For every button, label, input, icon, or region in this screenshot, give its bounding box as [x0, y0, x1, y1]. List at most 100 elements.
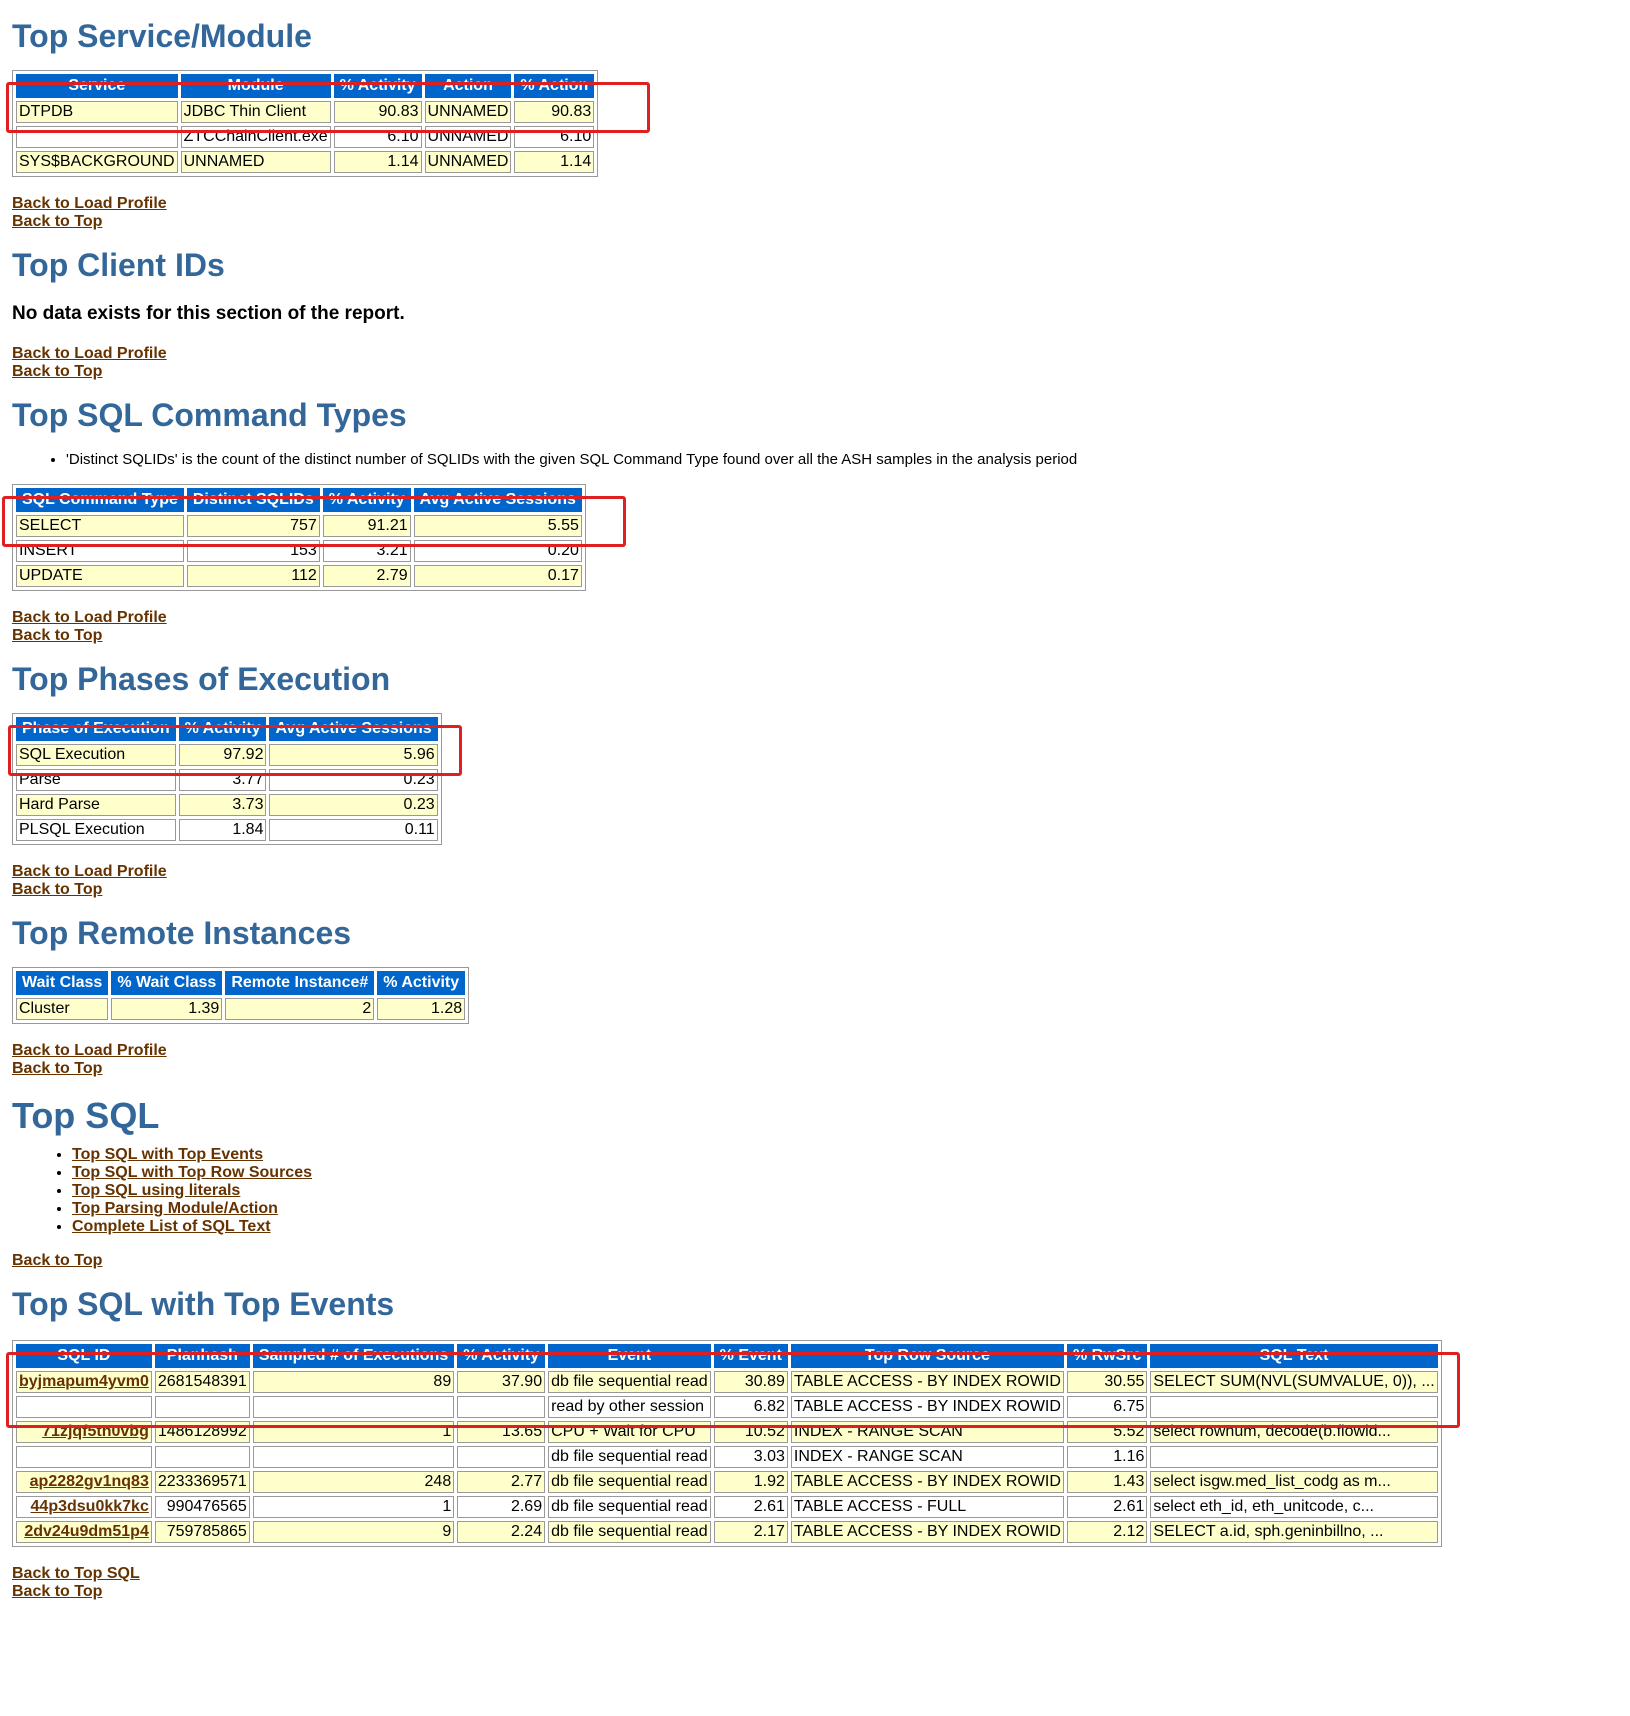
back-to-load-profile-link[interactable]: Back to Load Profile: [12, 195, 1630, 213]
back-to-top-link[interactable]: Back to Top: [12, 1252, 1630, 1270]
back-to-load-profile-link[interactable]: Back to Load Profile: [12, 1042, 1630, 1060]
cell: 1.28: [377, 998, 466, 1020]
cell: 91.21: [322, 515, 411, 537]
cell: 2.61: [1066, 1496, 1148, 1518]
cell: 9: [252, 1521, 455, 1543]
back-to-load-profile-link[interactable]: Back to Load Profile: [12, 345, 1630, 363]
sql-id-link[interactable]: 71zjqf5tn0vbg: [42, 1423, 149, 1440]
cell: UPDATE: [16, 565, 184, 587]
cell: 5.96: [269, 744, 438, 766]
back-to-top-link[interactable]: Back to Top: [12, 213, 1630, 231]
col-header: Avg Active Sessions: [413, 488, 582, 512]
cell: select isgw.med_list_codg as m...: [1150, 1471, 1438, 1493]
cell: 112: [186, 565, 320, 587]
cell: INSERT: [16, 540, 184, 562]
cell: UNNAMED: [424, 101, 512, 123]
table-row: ZTCChainClient.exe 6.10 UNNAMED 6.10: [16, 126, 595, 148]
cell: SELECT a.id, sph.geninbillno, ...: [1150, 1521, 1438, 1543]
col-header: Sampled # of Executions: [252, 1344, 455, 1368]
cell: 6.82: [713, 1396, 788, 1418]
cell: 90.83: [514, 101, 595, 123]
table-row: SELECT 757 91.21 5.55: [16, 515, 582, 537]
cell: 2.12: [1066, 1521, 1148, 1543]
note-item: 'Distinct SQLIDs' is the count of the di…: [66, 451, 1630, 468]
sql-id-link[interactable]: ap2282gv1nq83: [30, 1473, 149, 1490]
section-title-client-ids: Top Client IDs: [12, 247, 225, 283]
cell: 2.77: [457, 1471, 546, 1493]
cell: [16, 1446, 152, 1468]
cell: TABLE ACCESS - BY INDEX ROWID: [790, 1471, 1064, 1493]
sql-id-link[interactable]: 2dv24u9dm51p4: [24, 1523, 149, 1540]
toc-item: Top Parsing Module/Action: [72, 1200, 1630, 1218]
section-title-service-module: Top Service/Module: [12, 18, 312, 54]
col-header: % Activity: [322, 488, 411, 512]
toc-item: Complete List of SQL Text: [72, 1218, 1630, 1236]
col-header: SQL Command Type: [16, 488, 184, 512]
cell: 0.23: [269, 769, 438, 791]
toc-link-row-sources[interactable]: Top SQL with Top Row Sources: [72, 1164, 312, 1181]
col-header: Event: [548, 1344, 711, 1368]
cell: PLSQL Execution: [16, 819, 176, 841]
toc-link-parsing-module[interactable]: Top Parsing Module/Action: [72, 1200, 278, 1217]
cell: 153: [186, 540, 320, 562]
sql-id-link[interactable]: byjmapum4yvm0: [19, 1373, 149, 1390]
table-row: SYS$BACKGROUND UNNAMED 1.14 UNNAMED 1.14: [16, 151, 595, 173]
command-types-table: SQL Command Type Distinct SQLIDs % Activ…: [12, 484, 586, 591]
cell: 30.89: [713, 1371, 788, 1393]
table-row: UPDATE 112 2.79 0.17: [16, 565, 582, 587]
col-header: % Event: [713, 1344, 788, 1368]
back-to-top-link[interactable]: Back to Top: [12, 881, 1630, 899]
toc-link-sql-text[interactable]: Complete List of SQL Text: [72, 1218, 271, 1235]
col-header: Distinct SQLIDs: [186, 488, 320, 512]
col-header: Phase of Execution: [16, 717, 176, 741]
cell: db file sequential read: [548, 1521, 711, 1543]
cell: 2.79: [322, 565, 411, 587]
cell: 13.65: [457, 1421, 546, 1443]
back-to-top-link[interactable]: Back to Top: [12, 1583, 1630, 1601]
back-to-load-profile-link[interactable]: Back to Load Profile: [12, 609, 1630, 627]
toc-item: Top SQL with Top Events: [72, 1146, 1630, 1164]
cell: 0.20: [413, 540, 582, 562]
cell: UNNAMED: [180, 151, 331, 173]
cell: [1150, 1446, 1438, 1468]
cell: 1.14: [514, 151, 595, 173]
table-row: Hard Parse 3.73 0.23: [16, 794, 438, 816]
table-row: INSERT 153 3.21 0.20: [16, 540, 582, 562]
col-header: % Activity: [377, 971, 466, 995]
cell: [457, 1446, 546, 1468]
toc-item: Top SQL using literals: [72, 1182, 1630, 1200]
cell: select eth_id, eth_unitcode, c...: [1150, 1496, 1438, 1518]
cell: 0.17: [413, 565, 582, 587]
back-to-top-link[interactable]: Back to Top: [12, 1060, 1630, 1078]
col-header: Avg Active Sessions: [269, 717, 438, 741]
cell: read by other session: [548, 1396, 711, 1418]
back-to-top-link[interactable]: Back to Top: [12, 627, 1630, 645]
sql-id-cell: byjmapum4yvm0: [16, 1371, 152, 1393]
cell: DTPDB: [16, 101, 178, 123]
cell: SELECT SUM(NVL(SUMVALUE, 0)), ...: [1150, 1371, 1438, 1393]
cell: UNNAMED: [424, 151, 512, 173]
cell: ZTCChainClient.exe: [180, 126, 331, 148]
col-header: % Activity: [457, 1344, 546, 1368]
back-to-load-profile-link[interactable]: Back to Load Profile: [12, 863, 1630, 881]
back-to-top-link[interactable]: Back to Top: [12, 363, 1630, 381]
back-to-top-sql-link[interactable]: Back to Top SQL: [12, 1565, 1630, 1583]
cell: select rownum, decode(b.flowid...: [1150, 1421, 1438, 1443]
toc-link-top-events[interactable]: Top SQL with Top Events: [72, 1146, 263, 1163]
cell: 1.43: [1066, 1471, 1148, 1493]
cell: db file sequential read: [548, 1471, 711, 1493]
cell: JDBC Thin Client: [180, 101, 331, 123]
toc-link-literals[interactable]: Top SQL using literals: [72, 1182, 240, 1199]
cell: INDEX - RANGE SCAN: [790, 1421, 1064, 1443]
section-title-sql-events: Top SQL with Top Events: [12, 1286, 395, 1322]
table-row: 2dv24u9dm51p4 759785865 9 2.24 db file s…: [16, 1521, 1438, 1543]
table-row: read by other session 6.82 TABLE ACCESS …: [16, 1396, 1438, 1418]
cell: [1150, 1396, 1438, 1418]
sql-id-link[interactable]: 44p3dsu0kk7kc: [31, 1498, 149, 1515]
cell: [154, 1396, 250, 1418]
col-header: SQL Text: [1150, 1344, 1438, 1368]
table-row: PLSQL Execution 1.84 0.11: [16, 819, 438, 841]
cell: TABLE ACCESS - FULL: [790, 1496, 1064, 1518]
no-data-message: No data exists for this section of the r…: [12, 303, 405, 324]
cell: 1.92: [713, 1471, 788, 1493]
